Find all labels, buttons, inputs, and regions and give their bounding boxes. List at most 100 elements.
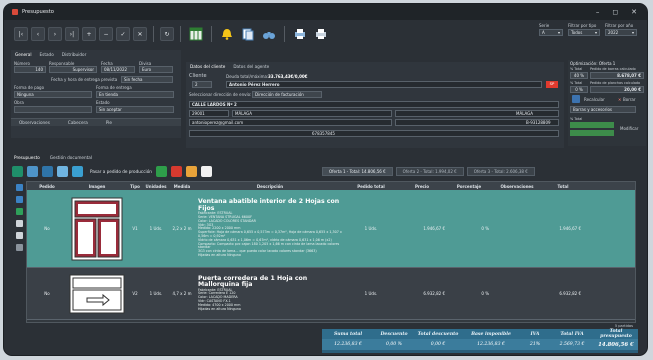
numero-input[interactable]: 140 bbox=[14, 66, 46, 73]
cancel-icon[interactable]: ✕ bbox=[133, 27, 147, 41]
col-imagen[interactable]: Imagen bbox=[67, 184, 127, 189]
col-porcentaje[interactable]: Porcentaje bbox=[447, 184, 491, 189]
fecha-input[interactable]: 08/11/2022 bbox=[101, 66, 135, 73]
print-preview-icon[interactable] bbox=[291, 25, 309, 43]
borrar-button[interactable]: Borrar bbox=[623, 97, 636, 102]
col-tipo[interactable]: Tipo bbox=[127, 184, 143, 189]
totals-footer: Suma total Descuento Total descuento Bas… bbox=[322, 329, 638, 353]
copy-icon[interactable] bbox=[185, 165, 197, 177]
nif-input[interactable]: B-93128809 bbox=[395, 119, 559, 126]
ciudad-input[interactable]: MÁLAGA bbox=[232, 110, 392, 117]
pct-input[interactable]: 40 % bbox=[570, 72, 588, 79]
cliente-code-input[interactable]: 2 bbox=[192, 81, 212, 88]
obra-input[interactable] bbox=[14, 106, 92, 113]
divisa-select[interactable]: Euro bbox=[139, 66, 173, 73]
row-pedido-total: 1 Uds. bbox=[364, 291, 378, 296]
pasar-pedido-button[interactable]: Pasar a pedido de producción bbox=[90, 169, 152, 174]
next-record-icon[interactable]: › bbox=[48, 27, 62, 41]
settings-icon[interactable] bbox=[16, 232, 23, 239]
modificar-button[interactable]: Modificar bbox=[620, 126, 638, 131]
maximize-icon[interactable]: ◻ bbox=[612, 8, 618, 16]
add-icon[interactable]: + bbox=[82, 27, 96, 41]
responsable-input[interactable]: Supervisor bbox=[49, 66, 97, 73]
last-record-icon[interactable]: ›| bbox=[65, 27, 79, 41]
dir-select[interactable]: Dirección de facturación bbox=[252, 91, 322, 98]
iva-select[interactable]: 21% bbox=[520, 342, 550, 347]
cliente-name-input[interactable]: Antonio Pérez Herrero bbox=[226, 81, 542, 88]
tab-estado[interactable]: Estado bbox=[40, 52, 54, 57]
cp-input[interactable]: 29001 bbox=[189, 110, 229, 117]
table-row[interactable]: No V2 1 Uds. 4,7 x 2 m Puerta corredera … bbox=[27, 268, 635, 320]
tab-oferta-2[interactable]: Oferta 2 - Total: 1.994,02 € bbox=[395, 167, 464, 176]
toolbar-separator bbox=[211, 26, 212, 42]
base-imponible-value: 12.236,83 € bbox=[477, 342, 505, 347]
edit-icon[interactable] bbox=[27, 165, 38, 177]
tipo-select[interactable]: Todos ▾ bbox=[568, 29, 600, 36]
binoculars-icon[interactable] bbox=[260, 25, 278, 43]
tab-cabecera[interactable]: Cabecera bbox=[68, 120, 88, 125]
tab-oferta-1[interactable]: Oferta 1 - Total: 14.806,56 € bbox=[322, 167, 393, 176]
col-unidades[interactable]: Unidades bbox=[143, 184, 169, 189]
accept-icon[interactable]: ✓ bbox=[116, 27, 130, 41]
col-total[interactable]: Total bbox=[543, 184, 583, 189]
client-tag[interactable]: SP bbox=[546, 81, 558, 88]
anio-select[interactable]: 2022 ▾ bbox=[605, 29, 637, 36]
tab-general[interactable]: General bbox=[15, 52, 32, 57]
forma-entrega-select[interactable]: En tienda bbox=[96, 91, 174, 98]
print-icon[interactable] bbox=[312, 25, 330, 43]
tab-presupuesto[interactable]: Presupuesto bbox=[14, 155, 40, 160]
move-down-icon[interactable] bbox=[16, 196, 23, 203]
tab-datos-cliente[interactable]: Datos del cliente bbox=[190, 64, 225, 69]
spreadsheet-icon[interactable] bbox=[187, 25, 205, 43]
barras-select[interactable]: Barras y accesorios bbox=[570, 106, 636, 113]
image-icon[interactable] bbox=[42, 165, 53, 177]
table-row[interactable]: No V1 1 Uds. 2,2 x 2 m Ventana abatible … bbox=[27, 190, 635, 268]
forma-pago-select[interactable]: Ninguna bbox=[14, 91, 92, 98]
offers-tabs: Oferta 1 - Total: 14.806,56 € Oferta 2 -… bbox=[322, 167, 535, 176]
tab-pie[interactable]: Pie bbox=[106, 120, 112, 125]
recalcular-button[interactable]: Recalcular bbox=[584, 97, 605, 102]
provincia-input[interactable]: MÁLAGA bbox=[395, 110, 559, 117]
forma-entrega-label: Forma de entrega bbox=[96, 85, 132, 90]
tab-observaciones[interactable]: Observaciones bbox=[19, 120, 50, 125]
col-observaciones[interactable]: Observaciones bbox=[491, 184, 543, 189]
tab-datos-agente[interactable]: Datos del agente bbox=[233, 64, 269, 69]
paste-icon[interactable] bbox=[200, 165, 212, 177]
previous-record-icon[interactable]: ‹ bbox=[31, 27, 45, 41]
refresh-icon[interactable]: ↻ bbox=[160, 27, 174, 41]
col-precio[interactable]: Precio bbox=[397, 184, 447, 189]
delete-line-icon[interactable] bbox=[170, 165, 182, 177]
minimize-icon[interactable]: – bbox=[596, 8, 600, 16]
pct2-input[interactable]: 0 % bbox=[570, 86, 588, 93]
estado-select[interactable]: Sin aceptar bbox=[96, 106, 174, 113]
delete-icon[interactable]: − bbox=[99, 27, 113, 41]
notification-bell-icon[interactable] bbox=[218, 25, 236, 43]
add-line-icon[interactable] bbox=[155, 165, 167, 177]
descuento-value[interactable]: 0,00 % bbox=[374, 342, 414, 347]
grid-view-icon[interactable] bbox=[72, 165, 83, 177]
optimize-icon[interactable] bbox=[572, 95, 580, 103]
col-pedido-total[interactable]: Pedido total bbox=[345, 184, 397, 189]
col-pedido[interactable]: Pedido bbox=[27, 184, 67, 189]
col-descripcion[interactable]: Descripción bbox=[195, 184, 345, 189]
client-tabs: Datos del cliente Datos del agente bbox=[186, 62, 564, 71]
serie-select[interactable]: A ▾ bbox=[539, 29, 563, 36]
col-medida[interactable]: Medida bbox=[169, 184, 195, 189]
tab-oferta-3[interactable]: Oferta 3 - Total: 2.606,38 € bbox=[466, 167, 535, 176]
add-icon[interactable] bbox=[16, 208, 23, 215]
email-input[interactable]: antonioperez@gmail.com bbox=[189, 119, 392, 126]
documents-icon[interactable] bbox=[239, 25, 257, 43]
tab-gestion-documental[interactable]: Gestión documental bbox=[50, 155, 92, 160]
entrega-input[interactable]: Sin fecha bbox=[121, 76, 173, 83]
copy-icon[interactable] bbox=[16, 220, 23, 227]
calle-input[interactable]: CALLE LARDOS Nº 2 bbox=[189, 101, 559, 108]
close-icon[interactable]: ✕ bbox=[631, 8, 637, 16]
tab-distribuidor[interactable]: Distribuidor bbox=[62, 52, 87, 57]
telefono-input[interactable]: 678357845 bbox=[189, 130, 559, 137]
refresh-icon[interactable] bbox=[12, 165, 23, 177]
view-icon[interactable] bbox=[57, 165, 68, 177]
list-icon[interactable] bbox=[16, 244, 23, 251]
close-icon[interactable]: ✕ bbox=[618, 97, 621, 102]
first-record-icon[interactable]: |‹ bbox=[14, 27, 28, 41]
move-up-icon[interactable] bbox=[16, 184, 23, 191]
